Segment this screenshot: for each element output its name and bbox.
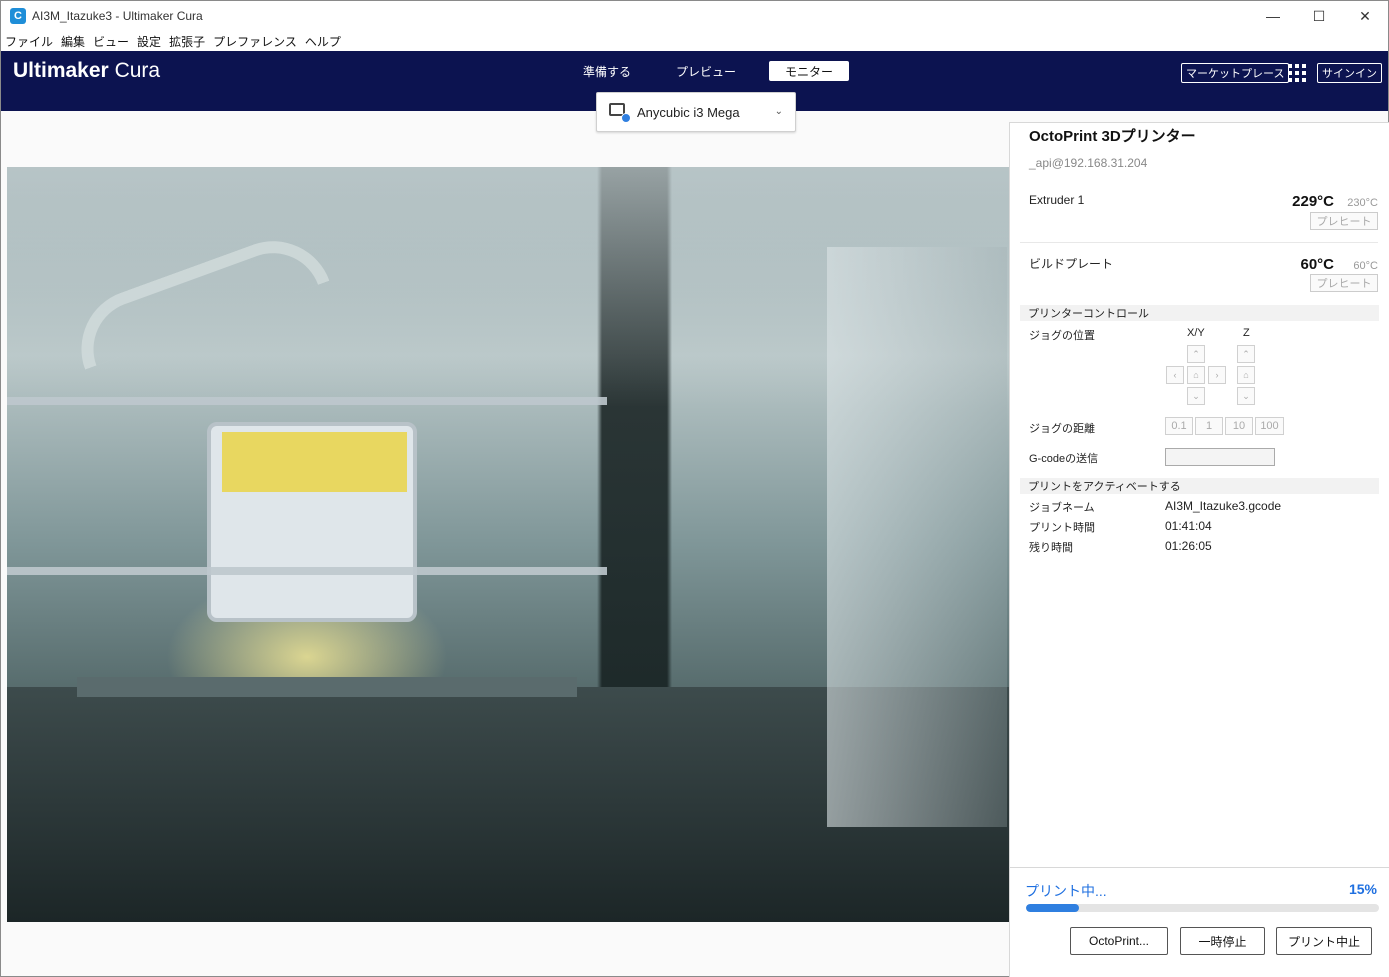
distance-100-button[interactable]: 100	[1255, 417, 1284, 435]
chevron-down-icon: ⌄	[774, 106, 783, 117]
z-label: Z	[1243, 327, 1250, 339]
menu-file[interactable]: ファイル	[5, 33, 53, 50]
jog-distance-label: ジョグの距離	[1029, 423, 1095, 435]
title-bar: C AI3M_Itazuke3 - Ultimaker Cura — ☐ ✕	[1, 1, 1388, 31]
cura-window: C AI3M_Itazuke3 - Ultimaker Cura — ☐ ✕ フ…	[0, 0, 1389, 977]
tab-preview[interactable]: プレビュー	[664, 61, 748, 81]
menu-extensions[interactable]: 拡張子	[169, 33, 205, 50]
jog-y-up-button[interactable]: ⌃	[1187, 345, 1205, 363]
printer-address: _api@192.168.31.204	[1029, 156, 1148, 170]
close-button[interactable]: ✕	[1342, 1, 1388, 31]
print-progress-fill	[1026, 904, 1079, 912]
home-z-button[interactable]: ⌂	[1237, 366, 1255, 384]
print-progress-percent: 15%	[1348, 881, 1377, 897]
camera-label-sticker	[222, 432, 407, 492]
remaining-time-value: 01:26:05	[1165, 539, 1212, 553]
menu-help[interactable]: ヘルプ	[305, 33, 341, 50]
print-progress-bar	[1026, 904, 1379, 912]
bed-row: ビルドプレート 60°C 60°C プレヒート	[1020, 245, 1378, 301]
printer-monitor-panel: OctoPrint 3Dプリンター _api@192.168.31.204 Ex…	[1009, 122, 1389, 867]
control-section-header: プリンターコントロール	[1020, 305, 1379, 321]
jog-position-label: ジョグの位置	[1029, 330, 1095, 342]
window-controls: — ☐ ✕	[1250, 1, 1388, 31]
jog-x-left-button[interactable]: ‹	[1166, 366, 1184, 384]
grid-icon[interactable]	[1288, 64, 1306, 82]
print-status-label: プリント中...	[1025, 883, 1107, 899]
gcode-input[interactable]	[1165, 448, 1275, 466]
extruder-label: Extruder 1	[1029, 193, 1085, 207]
distance-1-button[interactable]: 1	[1195, 417, 1223, 435]
jog-x-right-button[interactable]: ›	[1208, 366, 1226, 384]
gcode-label: G-codeの送信	[1029, 453, 1099, 465]
bed-target: 60°C	[1353, 260, 1378, 272]
signin-button[interactable]: サインイン	[1317, 63, 1382, 83]
camera-feed	[7, 167, 1009, 922]
printer-connected-icon	[609, 103, 631, 123]
menu-view[interactable]: ビュー	[93, 33, 129, 50]
menu-bar: ファイル 編集 ビュー 設定 拡張子 プレファレンス ヘルプ	[1, 31, 1388, 51]
jog-z-up-button[interactable]: ⌃	[1237, 345, 1255, 363]
camera-rail-2	[7, 567, 607, 575]
active-job-section-header: プリントをアクティベートする	[1020, 478, 1379, 494]
camera-rail-1	[7, 397, 607, 405]
xy-label: X/Y	[1187, 327, 1205, 339]
home-xy-button[interactable]: ⌂	[1187, 366, 1205, 384]
printer-title: OctoPrint 3Dプリンター	[1029, 128, 1196, 145]
bed-temp: 60°C	[1300, 256, 1334, 273]
remaining-time-label: 残り時間	[1029, 542, 1073, 554]
menu-settings[interactable]: 設定	[137, 33, 161, 50]
extruder-row: Extruder 1 229°C 230°C プレヒート	[1020, 183, 1378, 243]
print-time-value: 01:41:04	[1165, 519, 1212, 533]
window-title: AI3M_Itazuke3 - Ultimaker Cura	[32, 9, 203, 23]
menu-preferences[interactable]: プレファレンス	[213, 33, 297, 50]
cura-app-icon: C	[10, 8, 26, 24]
job-name-label: ジョブネーム	[1029, 502, 1095, 514]
camera-bed	[77, 677, 577, 697]
distance-0-1-button[interactable]: 0.1	[1165, 417, 1193, 435]
stage-tabs: 準備する プレビュー モニター	[571, 61, 870, 81]
logo-light: Cura	[114, 59, 161, 82]
jog-y-down-button[interactable]: ⌄	[1187, 387, 1205, 405]
print-time-label: プリント時間	[1029, 522, 1095, 534]
jog-z-down-button[interactable]: ⌄	[1237, 387, 1255, 405]
pause-button[interactable]: 一時停止	[1180, 927, 1265, 955]
extruder-preheat-button[interactable]: プレヒート	[1310, 212, 1378, 230]
extruder-temp: 229°C	[1292, 193, 1334, 210]
octoprint-button[interactable]: OctoPrint...	[1070, 927, 1168, 955]
printer-name: Anycubic i3 Mega	[637, 104, 740, 120]
extruder-target: 230°C	[1347, 197, 1378, 209]
job-name-value: AI3M_Itazuke3.gcode	[1165, 499, 1282, 513]
maximize-button[interactable]: ☐	[1296, 1, 1342, 31]
cura-logo: Ultimaker Cura	[13, 59, 160, 83]
printer-selector[interactable]: Anycubic i3 Mega ⌄	[596, 92, 796, 132]
camera-enclosure	[827, 247, 1007, 827]
bed-label: ビルドプレート	[1029, 257, 1114, 271]
menu-edit[interactable]: 編集	[61, 33, 85, 50]
tab-monitor[interactable]: モニター	[769, 61, 850, 81]
tab-prepare[interactable]: 準備する	[571, 61, 643, 81]
abort-print-button[interactable]: プリント中止	[1276, 927, 1372, 955]
distance-10-button[interactable]: 10	[1225, 417, 1253, 435]
bed-preheat-button[interactable]: プレヒート	[1310, 274, 1378, 292]
marketplace-button[interactable]: マーケットプレース	[1181, 63, 1290, 83]
logo-bold: Ultimaker	[13, 59, 109, 82]
minimize-button[interactable]: —	[1250, 1, 1296, 31]
print-status-panel: プリント中... 15% OctoPrint... 一時停止 プリント中止	[1009, 867, 1389, 977]
